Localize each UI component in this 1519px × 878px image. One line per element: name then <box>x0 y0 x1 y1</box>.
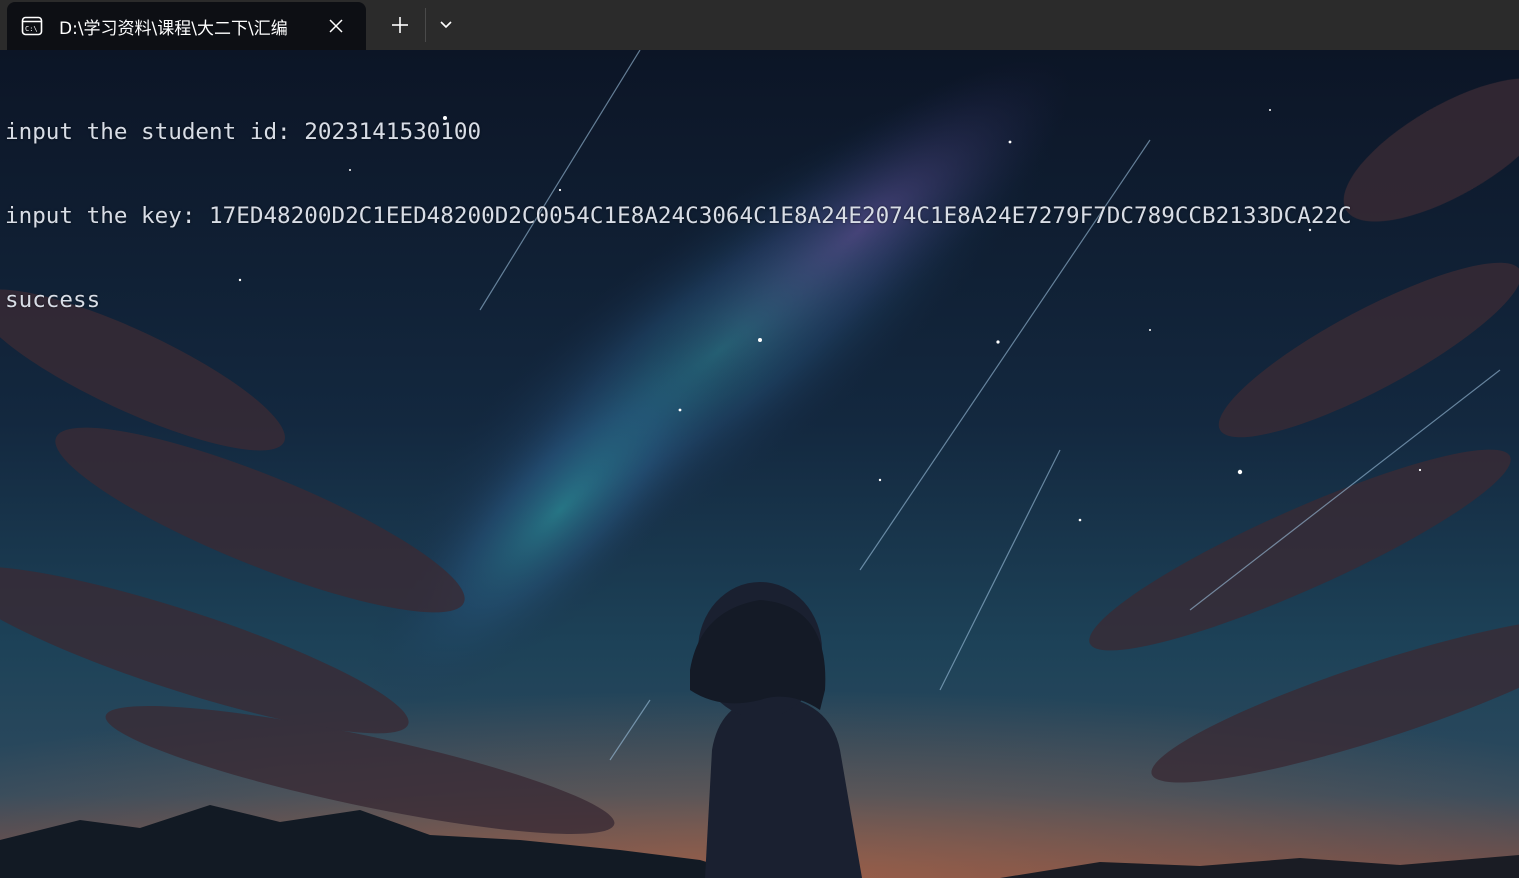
tab-title: D:\学习资料\课程\大二下\汇编 <box>59 19 288 39</box>
tab-separator <box>425 8 426 42</box>
terminal-area[interactable]: input the student id: 2023141530100 inpu… <box>0 50 1519 878</box>
output-line-status: success <box>5 287 101 313</box>
svg-text:C:\: C:\ <box>25 25 38 33</box>
close-icon[interactable] <box>325 15 347 37</box>
active-tab[interactable]: C:\ D:\学习资料\课程\大二下\汇编 <box>7 2 366 50</box>
terminal-icon: C:\ <box>21 15 43 37</box>
plus-icon[interactable] <box>385 10 415 40</box>
terminal-window: C:\ D:\学习资料\课程\大二下\汇编 input the student … <box>0 0 1519 878</box>
terminal-output: input the student id: 2023141530100 inpu… <box>5 62 1352 370</box>
output-line-student-id: input the student id: 2023141530100 <box>5 119 482 145</box>
output-line-key: input the key: 17ED48200D2C1EED48200D2C0… <box>5 203 1352 229</box>
chevron-down-icon[interactable] <box>433 10 459 40</box>
tab-bar: C:\ D:\学习资料\课程\大二下\汇编 <box>0 0 1519 50</box>
